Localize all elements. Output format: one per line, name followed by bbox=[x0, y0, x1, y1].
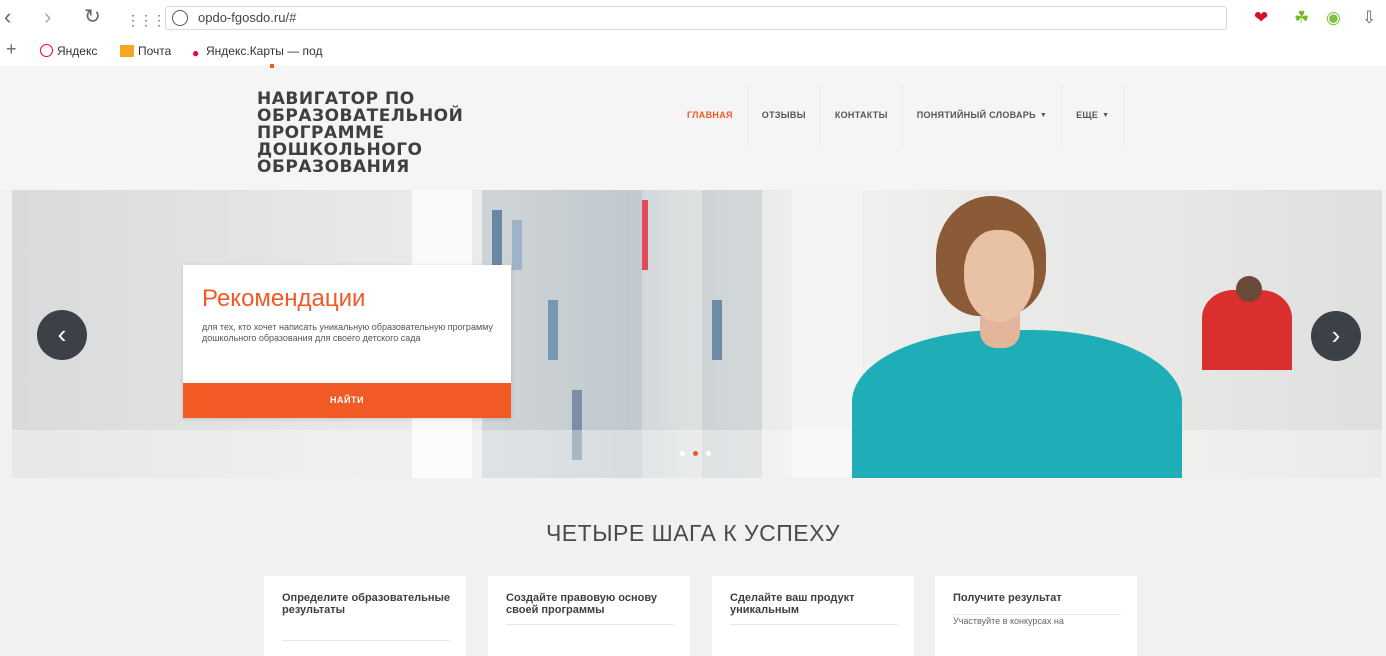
main-menu: ГЛАВНАЯ ОТЗЫВЫ КОНТАКТЫ ПОНЯТИЙНЫЙ СЛОВА… bbox=[673, 84, 1125, 146]
step-text: Участвуйте в конкурсах на bbox=[953, 616, 1064, 626]
slider-dot-active[interactable] bbox=[693, 451, 698, 456]
step-title: Создайте правовую основу своей программы bbox=[506, 592, 657, 616]
menu-item-contacts[interactable]: КОНТАКТЫ bbox=[821, 84, 903, 146]
step-card[interactable]: Определите образовательные результаты bbox=[264, 576, 466, 656]
step-divider bbox=[953, 614, 1121, 615]
slider-dot[interactable] bbox=[706, 451, 711, 456]
caret-down-icon: ▼ bbox=[1102, 111, 1110, 119]
slider-dots bbox=[680, 451, 711, 456]
prev-slide-arrow-icon[interactable]: ‹ bbox=[37, 310, 87, 360]
step-divider bbox=[282, 640, 450, 641]
globe-icon bbox=[172, 10, 188, 26]
background-person bbox=[1202, 290, 1292, 370]
site-header: НАВИГАТОР ПО ОБРАЗОВАТЕЛЬНОЙ ПРОГРАММЕ Д… bbox=[0, 64, 1386, 190]
logo-accent bbox=[270, 64, 274, 68]
reload-icon[interactable]: ↻ bbox=[84, 6, 101, 28]
mail-icon bbox=[120, 45, 134, 57]
menu-label: ПОНЯТИЙНЫЙ СЛОВАРЬ bbox=[916, 110, 1036, 120]
bookmark-label: Яндекс bbox=[57, 44, 98, 58]
logo-line: ОБРАЗОВАНИЯ bbox=[257, 157, 410, 177]
bookmark-mail[interactable]: Почта bbox=[120, 44, 171, 58]
download-icon[interactable]: ⇩ bbox=[1362, 8, 1376, 28]
bookmarks-bar: + Яндекс Почта ● Яндекс.Карты — под bbox=[0, 36, 1386, 67]
menu-item-more[interactable]: ЕЩЕ ▼ bbox=[1062, 84, 1125, 146]
map-pin-icon: ● bbox=[192, 46, 200, 60]
heart-icon[interactable]: ❤ bbox=[1254, 8, 1268, 28]
add-bookmark-icon[interactable]: + bbox=[6, 39, 17, 60]
book bbox=[712, 300, 722, 360]
next-slide-arrow-icon[interactable]: › bbox=[1311, 311, 1361, 361]
book bbox=[512, 220, 522, 270]
extension-icon[interactable]: ☘ bbox=[1294, 8, 1309, 28]
caret-down-icon: ▼ bbox=[1039, 111, 1048, 119]
student-face bbox=[964, 230, 1034, 322]
url-text: opdo-fgosdo.ru/# bbox=[198, 10, 297, 25]
step-divider bbox=[730, 624, 898, 625]
bookmark-maps[interactable]: ● Яндекс.Карты — под bbox=[192, 44, 323, 60]
step-card[interactable]: Создайте правовую основу своей программы bbox=[488, 576, 690, 656]
step-divider bbox=[506, 624, 674, 625]
menu-item-glossary[interactable]: ПОНЯТИЙНЫЙ СЛОВАРЬ ▼ bbox=[903, 84, 1063, 146]
step-title: Сделайте ваш продукт уникальным bbox=[730, 592, 855, 616]
forward-icon[interactable]: › bbox=[44, 6, 51, 28]
step-card[interactable]: Получите результат Участвуйте в конкурса… bbox=[935, 576, 1137, 656]
back-icon[interactable]: ‹ bbox=[4, 6, 11, 28]
hero-title: Рекомендации bbox=[202, 285, 366, 312]
step-card[interactable]: Сделайте ваш продукт уникальным bbox=[712, 576, 914, 656]
background-person-head bbox=[1236, 276, 1262, 302]
student-figure bbox=[852, 330, 1182, 478]
find-button[interactable]: НАЙТИ bbox=[183, 383, 511, 418]
book bbox=[548, 300, 558, 360]
slider-dot[interactable] bbox=[680, 451, 685, 456]
steps-title: ЧЕТЫРЕ ШАГА К УСПЕХУ bbox=[545, 520, 841, 546]
menu-label: ЕЩЕ bbox=[1076, 110, 1099, 120]
menu-item-reviews[interactable]: ОТЗЫВЫ bbox=[748, 84, 821, 146]
book bbox=[642, 200, 648, 270]
bookmark-label: Яндекс.Карты — под bbox=[206, 44, 323, 58]
step-title: Определите образовательные результаты bbox=[282, 592, 450, 616]
step-title: Получите результат bbox=[953, 592, 1062, 604]
extension-2-icon[interactable]: ◉ bbox=[1326, 8, 1341, 28]
grid-icon[interactable]: ⋮⋮⋮ bbox=[126, 9, 166, 31]
book bbox=[492, 210, 502, 270]
menu-item-home[interactable]: ГЛАВНАЯ bbox=[673, 84, 748, 146]
yandex-icon bbox=[40, 44, 53, 57]
address-bar[interactable]: opdo-fgosdo.ru/# bbox=[165, 6, 1227, 30]
bookmark-yandex[interactable]: Яндекс bbox=[40, 44, 97, 58]
bookmark-label: Почта bbox=[138, 44, 172, 58]
hero-description: для тех, кто хочет написать уникальную о… bbox=[202, 322, 493, 343]
site-logo[interactable]: НАВИГАТОР ПО ОБРАЗОВАТЕЛЬНОЙ ПРОГРАММЕ Д… bbox=[257, 91, 497, 176]
browser-toolbar: ‹ › ↻ ⋮⋮⋮ opdo-fgosdo.ru/# ❤ ☘ ◉ ⇩ bbox=[0, 0, 1386, 36]
